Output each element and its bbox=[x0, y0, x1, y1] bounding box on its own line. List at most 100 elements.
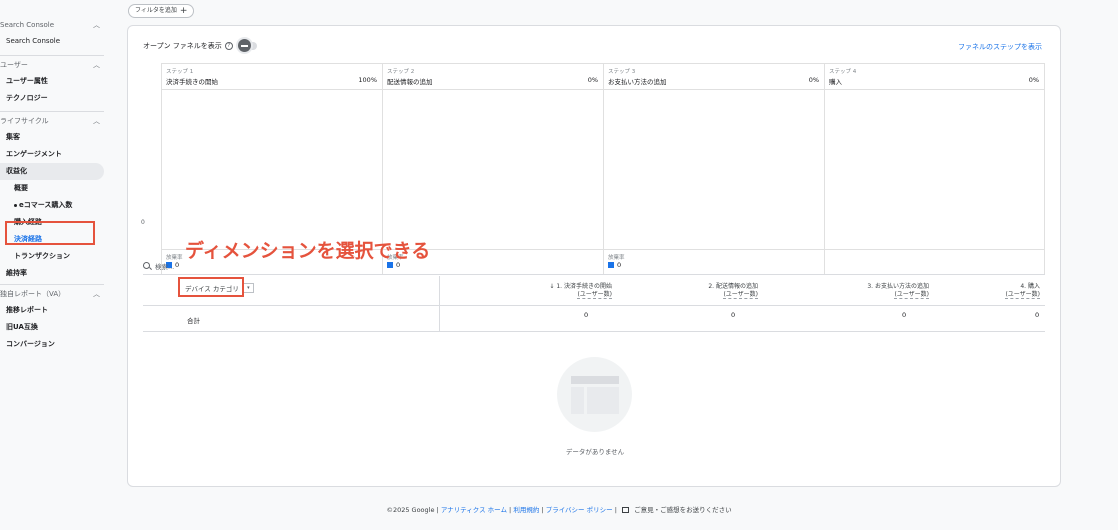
sidebar-item-demographics[interactable]: ユーザー属性 bbox=[0, 73, 108, 90]
column-title: 2. 配送情報の追加 bbox=[708, 283, 758, 290]
sidebar-section-label: ユーザー bbox=[0, 60, 28, 69]
sidebar-section-lifecycle[interactable]: ライフサイクル ︿ bbox=[0, 112, 108, 129]
sidebar-item-retention[interactable]: 維持率 bbox=[0, 265, 108, 282]
sidebar-item-technology[interactable]: テクノロジー bbox=[0, 90, 108, 107]
sidebar-section-label: 独自レポート（VA） bbox=[0, 289, 66, 298]
total-value: 0 bbox=[1035, 311, 1040, 319]
add-filter-button[interactable]: フィルタを追加 + bbox=[128, 4, 195, 18]
column-subtitle: (ユーザー数) bbox=[1005, 291, 1040, 299]
help-icon[interactable]: ? bbox=[224, 42, 233, 50]
funnel-step[interactable]: ステップ 2 配送情報の追加 0% bbox=[382, 64, 603, 251]
open-funnel-label: オープン ファネルを表示 bbox=[143, 42, 222, 50]
sidebar-item-engagement[interactable]: エンゲージメント bbox=[0, 146, 108, 163]
sidebar-item-search-console[interactable]: Search Console bbox=[0, 33, 108, 50]
step-name: 配送情報の追加 bbox=[387, 78, 433, 86]
sidebar-section-label: ライフサイクル bbox=[0, 116, 49, 125]
funnel-step[interactable]: ステップ 3 お支払い方法の追加 0% bbox=[603, 64, 824, 251]
total-value: 0 bbox=[731, 311, 736, 319]
highlight-box-dimension bbox=[178, 277, 244, 297]
plus-icon: + bbox=[179, 6, 188, 16]
sidebar: Search Console ︿ Search Console ユーザー ︿ ユ… bbox=[0, 0, 108, 530]
funnel-chart: ステップ 1 決済手続きの開始 100% ステップ 2 配送情報の追加 0% ス… bbox=[161, 63, 1045, 251]
sidebar-section-search-console[interactable]: Search Console ︿ bbox=[0, 16, 108, 33]
sort-arrow-icon: ↓ bbox=[549, 283, 555, 290]
sidebar-section-label: Search Console bbox=[0, 20, 55, 29]
step-name: お支払い方法の追加 bbox=[608, 78, 667, 86]
step-percent: 0% bbox=[808, 76, 819, 84]
funnel-card: オープン ファネルを表示 ? ファネルのステップを表示 0 ステップ 1 決済手… bbox=[127, 25, 1061, 487]
separator: | bbox=[614, 506, 617, 514]
sidebar-item-ecommerce-purchases[interactable]: eコマース購入数 bbox=[0, 197, 108, 214]
step-percent: 0% bbox=[1028, 76, 1039, 84]
step-number: ステップ 2 bbox=[387, 69, 415, 75]
total-label: 合計 bbox=[187, 317, 200, 325]
empty-state-text: データがありません bbox=[565, 448, 625, 456]
feedback-link[interactable]: ご意見・ご感想をお送りください bbox=[634, 506, 732, 514]
column-header[interactable]: 3. お支払い方法の追加 (ユーザー数) bbox=[819, 283, 929, 299]
total-value: 0 bbox=[902, 311, 907, 319]
column-subtitle: (ユーザー数) bbox=[894, 291, 929, 299]
privacy-link[interactable]: プライバシー ポリシー bbox=[546, 506, 613, 514]
step-name: 決済手続きの開始 bbox=[166, 78, 218, 86]
separator: | bbox=[541, 506, 544, 514]
chevron-up-icon: ︿ bbox=[93, 20, 100, 29]
step-number: ステップ 3 bbox=[608, 69, 636, 75]
search-input[interactable]: 検索... bbox=[155, 261, 174, 271]
column-header[interactable]: ↓ 1. 決済手続きの開始 (ユーザー数) bbox=[522, 283, 612, 299]
step-percent: 100% bbox=[358, 76, 377, 84]
step-number: ステップ 1 bbox=[166, 69, 194, 75]
sidebar-item-label: eコマース購入数 bbox=[19, 201, 73, 209]
divider bbox=[162, 89, 382, 90]
column-header[interactable]: 2. 配送情報の追加 (ユーザー数) bbox=[663, 283, 758, 299]
column-title: 1. 決済手続きの開始 bbox=[556, 283, 612, 290]
sidebar-item-acquisition[interactable]: 集客 bbox=[0, 129, 108, 146]
feedback-icon bbox=[621, 507, 629, 513]
funnel-step[interactable]: ステップ 4 購入 0% bbox=[824, 64, 1045, 251]
sidebar-item-monetization[interactable]: 収益化 bbox=[0, 163, 104, 180]
terms-link[interactable]: 利用規約 bbox=[513, 506, 539, 514]
divider bbox=[383, 89, 603, 90]
empty-table-icon bbox=[571, 376, 619, 414]
divider bbox=[825, 89, 1044, 90]
column-title: 4. 購入 bbox=[1020, 283, 1040, 290]
total-row: 合計 0 0 0 0 bbox=[143, 306, 1045, 332]
empty-state-illustration bbox=[557, 357, 632, 432]
sidebar-item-transactions[interactable]: トランザクション bbox=[0, 248, 108, 265]
sidebar-section-users[interactable]: ユーザー ︿ bbox=[0, 56, 108, 73]
step-name: 購入 bbox=[829, 78, 842, 86]
separator: | bbox=[509, 506, 512, 514]
footer: ©2025 Google | アナリティクス ホーム | 利用規約 | プライバ… bbox=[0, 504, 1118, 514]
toggle-knob-icon bbox=[237, 39, 251, 52]
open-funnel-toggle[interactable] bbox=[236, 39, 257, 52]
show-funnel-steps-link[interactable]: ファネルのステップを表示 bbox=[958, 42, 1042, 52]
chevron-up-icon: ︿ bbox=[93, 116, 100, 125]
sidebar-item-trend-report[interactable]: 推移レポート bbox=[0, 302, 108, 319]
sidebar-section-custom-reports[interactable]: 独自レポート（VA） ︿ bbox=[0, 285, 108, 302]
total-value: 0 bbox=[584, 311, 589, 319]
copyright: ©2025 Google | bbox=[386, 506, 439, 514]
divider bbox=[604, 89, 824, 90]
search-icon bbox=[143, 262, 150, 269]
step-percent: 0% bbox=[587, 76, 598, 84]
step-number: ステップ 4 bbox=[829, 69, 857, 75]
open-funnel-toggle-row: オープン ファネルを表示 ? bbox=[143, 39, 257, 52]
column-title: 3. お支払い方法の追加 bbox=[867, 283, 929, 290]
search-bar[interactable]: 検索... bbox=[143, 257, 1045, 275]
add-filter-label: フィルタを追加 bbox=[135, 7, 177, 14]
chevron-up-icon: ︿ bbox=[93, 60, 100, 69]
chevron-up-icon: ︿ bbox=[93, 289, 100, 298]
sidebar-item-conversion[interactable]: コンバージョン bbox=[0, 336, 108, 353]
analytics-home-link[interactable]: アナリティクス ホーム bbox=[441, 506, 507, 514]
sidebar-top-partial bbox=[0, 0, 108, 4]
column-subtitle: (ユーザー数) bbox=[723, 291, 758, 299]
chevron-down-icon[interactable]: ▾ bbox=[242, 283, 254, 293]
column-subtitle: (ユーザー数) bbox=[577, 291, 612, 299]
column-header[interactable]: 4. 購入 (ユーザー数) bbox=[983, 283, 1040, 299]
y-axis-zero-label: 0 bbox=[141, 219, 145, 226]
sidebar-item-ua-compat[interactable]: 旧UA互換 bbox=[0, 319, 108, 336]
bullet-icon bbox=[14, 203, 17, 207]
table-header: デバイス カテゴリ ▾ ↓ 1. 決済手続きの開始 (ユーザー数) 2. 配送情… bbox=[143, 276, 1045, 306]
funnel-step[interactable]: ステップ 1 決済手続きの開始 100% bbox=[161, 64, 382, 251]
sidebar-item-overview[interactable]: 概要 bbox=[0, 180, 108, 197]
highlight-box-sidebar bbox=[5, 221, 95, 245]
